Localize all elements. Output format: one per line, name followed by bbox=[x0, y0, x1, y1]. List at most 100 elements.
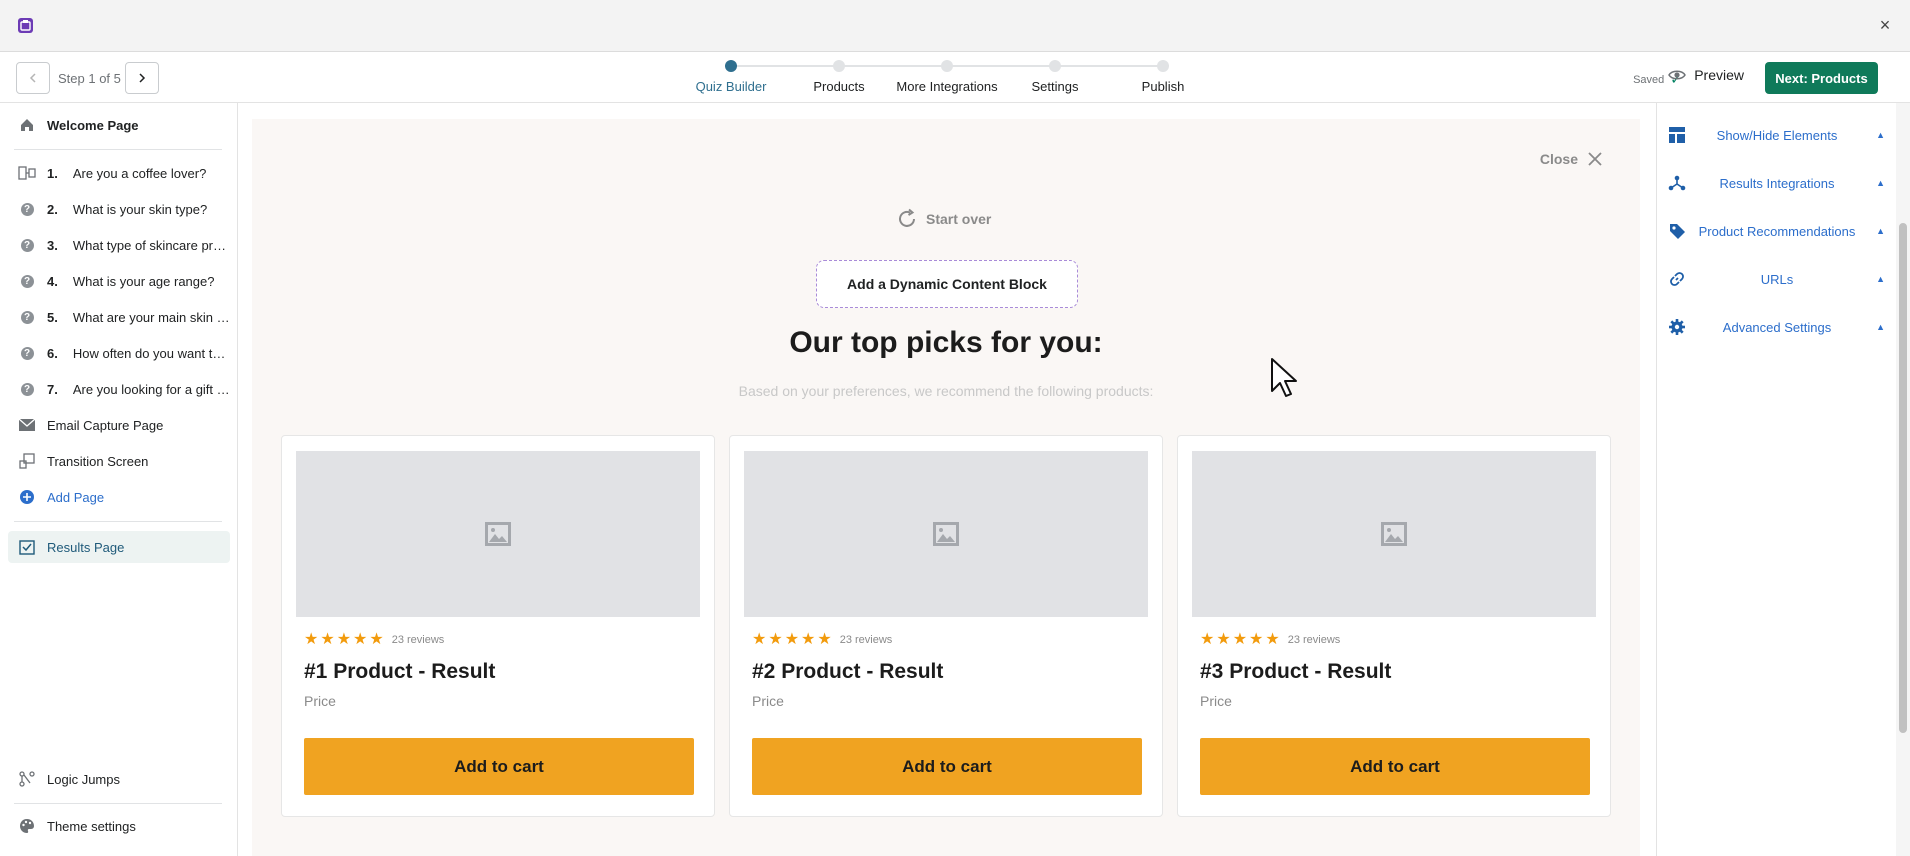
sidebar-item-label: Results Page bbox=[47, 539, 125, 555]
rating-stars: ★ ★ ★ ★ ★ 23 reviews bbox=[752, 632, 892, 648]
close-icon bbox=[1588, 152, 1602, 166]
sidebar-item-question-2[interactable]: ? 2. What is your skin type? bbox=[8, 193, 230, 225]
star-icon: ★ bbox=[1232, 631, 1248, 648]
sidebar-item-email-capture[interactable]: Email Capture Page bbox=[8, 409, 230, 441]
question-label: What type of skincare prod... bbox=[72, 237, 230, 253]
step-label-products[interactable]: Products bbox=[813, 79, 864, 94]
question-number: 2. bbox=[47, 201, 58, 217]
next-products-button[interactable]: Next: Products bbox=[1765, 62, 1878, 94]
caret-up-icon: ▲ bbox=[1876, 130, 1885, 140]
transition-icon bbox=[18, 452, 36, 470]
panel-item-urls[interactable]: URLs ▲ bbox=[1657, 261, 1895, 297]
start-over-label: Start over bbox=[926, 211, 992, 227]
close-label: Close bbox=[1539, 151, 1578, 167]
sidebar-item-theme-settings[interactable]: Theme settings bbox=[8, 810, 230, 842]
question-number: 6. bbox=[47, 345, 58, 361]
step-dot-settings[interactable] bbox=[1049, 60, 1061, 72]
step-label-quiz-builder[interactable]: Quiz Builder bbox=[696, 79, 767, 94]
sidebar-item-question-6[interactable]: ? 6. How often do you want to ... bbox=[8, 337, 230, 369]
star-icon: ★ bbox=[752, 631, 767, 648]
review-count: 23 reviews bbox=[391, 634, 445, 646]
step-dot-publish[interactable] bbox=[1157, 60, 1169, 72]
step-label-settings[interactable]: Settings bbox=[1032, 79, 1079, 94]
results-page-preview: Close Start over Add a Dynamic Content B… bbox=[252, 119, 1640, 856]
sidebar-divider bbox=[14, 149, 222, 150]
question-label: Are you a coffee lover? bbox=[72, 165, 207, 181]
sidebar-item-question-4[interactable]: ? 4. What is your age range? bbox=[8, 265, 230, 297]
sidebar-item-question-1[interactable]: 1. Are you a coffee lover? bbox=[8, 157, 230, 189]
question-icon: ? bbox=[18, 272, 36, 290]
caret-up-icon: ▲ bbox=[1876, 274, 1885, 284]
sidebar-item-results-page[interactable]: Results Page bbox=[8, 531, 230, 563]
page-sidebar: Welcome Page 1. Are you a coffee lover? ?… bbox=[0, 103, 238, 856]
panel-item-advanced-settings[interactable]: Advanced Settings ▲ bbox=[1657, 309, 1895, 345]
split-icon bbox=[18, 164, 36, 182]
star-icon: ★ bbox=[817, 631, 832, 648]
add-to-cart-button[interactable]: Add to cart bbox=[304, 738, 694, 795]
star-icon: ★ bbox=[768, 631, 783, 648]
step-dot-products[interactable] bbox=[833, 60, 845, 72]
sidebar-divider bbox=[14, 803, 222, 804]
add-page-button[interactable]: Add Page bbox=[8, 481, 230, 513]
review-count: 23 reviews bbox=[839, 634, 893, 646]
panel-item-product-recommendations[interactable]: Product Recommendations ▲ bbox=[1657, 213, 1895, 249]
sidebar-item-label: Email Capture Page bbox=[47, 417, 164, 433]
window-titlebar: × bbox=[0, 0, 1910, 52]
question-label: How often do you want to ... bbox=[72, 345, 230, 361]
sidebar-item-question-3[interactable]: ? 3. What type of skincare prod... bbox=[8, 229, 230, 261]
sidebar-item-welcome-page[interactable]: Welcome Page bbox=[8, 109, 230, 141]
star-icon: ★ bbox=[369, 631, 384, 648]
preview-button[interactable]: Preview bbox=[1668, 66, 1744, 84]
product-card: ★ ★ ★ ★ ★ 23 reviews #3 Product - Result Pri… bbox=[1177, 435, 1611, 817]
step-dot-quiz-builder[interactable] bbox=[725, 60, 737, 72]
sidebar-item-logic-jumps[interactable]: Logic Jumps bbox=[8, 763, 230, 795]
step-label-publish[interactable]: Publish bbox=[1142, 79, 1185, 94]
star-icon: ★ bbox=[320, 631, 335, 648]
preview-label: Preview bbox=[1694, 67, 1744, 83]
add-to-cart-button[interactable]: Add to cart bbox=[1200, 738, 1590, 795]
star-icon: ★ bbox=[1216, 631, 1231, 648]
panel-item-label: Results Integrations bbox=[1719, 175, 1835, 191]
panel-item-results-integrations[interactable]: Results Integrations ▲ bbox=[1657, 165, 1895, 201]
sidebar-item-transition-screen[interactable]: Transition Screen bbox=[8, 445, 230, 477]
scrollbar[interactable] bbox=[1896, 103, 1910, 856]
step-label-more-integrations[interactable]: More Integrations bbox=[896, 79, 997, 94]
layout-icon bbox=[1667, 125, 1687, 145]
add-to-cart-button[interactable]: Add to cart bbox=[752, 738, 1142, 795]
caret-up-icon: ▲ bbox=[1876, 322, 1885, 332]
start-over-button[interactable]: Start over bbox=[896, 208, 991, 230]
gear-icon bbox=[1667, 317, 1687, 337]
image-icon bbox=[485, 522, 511, 546]
question-icon: ? bbox=[18, 344, 36, 362]
sidebar-item-question-5[interactable]: ? 5. What are your main skin co... bbox=[8, 301, 230, 333]
product-card: ★ ★ ★ ★ ★ 23 reviews #2 Product - Result Pri… bbox=[729, 435, 1163, 817]
panel-item-label: Advanced Settings bbox=[1722, 319, 1832, 335]
star-icon: ★ bbox=[1265, 631, 1280, 648]
sidebar-item-label: Welcome Page bbox=[47, 117, 139, 133]
panel-item-show-hide-elements[interactable]: Show/Hide Elements ▲ bbox=[1657, 117, 1895, 153]
tag-icon bbox=[1667, 221, 1687, 241]
logic-jumps-icon bbox=[18, 770, 36, 788]
sidebar-item-question-7[interactable]: ? 7. Are you looking for a gift o... bbox=[8, 373, 230, 405]
scrollbar-thumb[interactable] bbox=[1899, 223, 1907, 733]
product-price: Price bbox=[752, 693, 784, 709]
palette-icon bbox=[18, 817, 36, 835]
sidebar-item-label: Transition Screen bbox=[47, 453, 149, 469]
panel-item-label: URLs bbox=[1760, 271, 1794, 287]
results-subheading: Based on your preferences, we recommend … bbox=[738, 383, 1154, 399]
close-button[interactable]: Close bbox=[1540, 151, 1602, 167]
star-icon: ★ bbox=[353, 631, 368, 648]
product-image-placeholder bbox=[1192, 451, 1596, 617]
mouse-cursor-icon bbox=[1270, 357, 1300, 404]
envelope-icon bbox=[18, 416, 36, 434]
review-count: 23 reviews bbox=[1287, 634, 1341, 646]
home-icon bbox=[18, 116, 36, 134]
image-icon bbox=[1381, 522, 1407, 546]
rating-stars: ★ ★ ★ ★ ★ 23 reviews bbox=[304, 632, 444, 648]
step-dot-more-integrations[interactable] bbox=[941, 60, 953, 72]
window-close-button[interactable]: × bbox=[1874, 14, 1896, 36]
product-title: #2 Product - Result bbox=[752, 660, 944, 683]
add-dynamic-content-block-button[interactable]: Add a Dynamic Content Block bbox=[816, 260, 1078, 308]
progress-stepper: Quiz Builder Products More Integrations … bbox=[0, 52, 1910, 103]
caret-up-icon: ▲ bbox=[1876, 178, 1885, 188]
